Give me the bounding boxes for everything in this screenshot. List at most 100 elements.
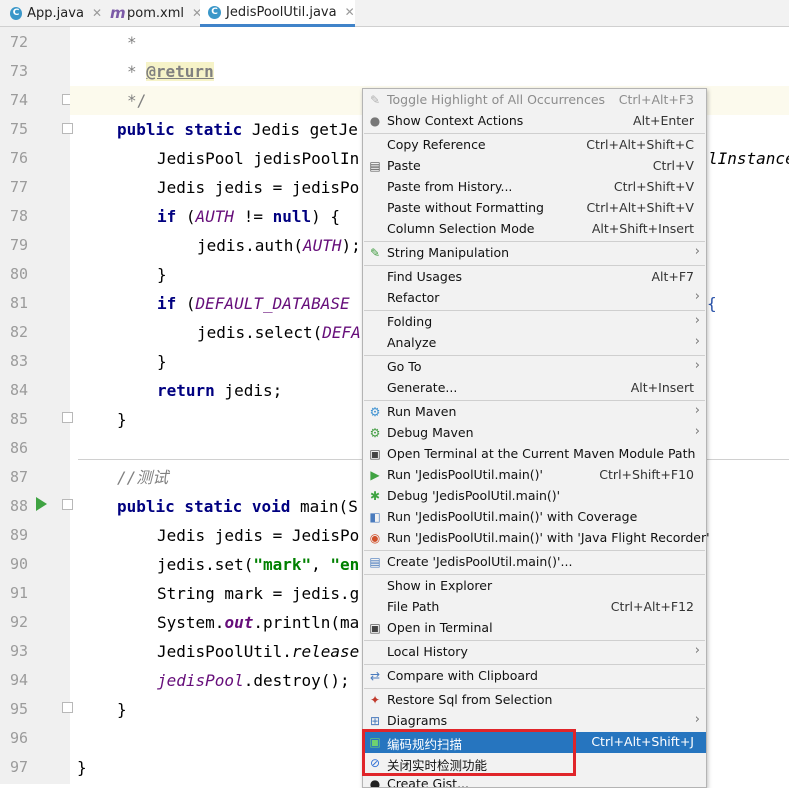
coverage-icon: ◧ [369,510,381,524]
menu-separator [364,688,705,689]
code-line-78: if (AUTH != null) { [157,207,341,226]
code-line-76: JedisPool jedisPoolIn [157,149,360,168]
menu-item-run-with-flight-recorder[interactable]: ◉ Run 'JedisPoolUtil.main()' with 'Java … [363,528,710,549]
line-number: 73 [9,62,28,80]
code-line-74: */ [127,91,147,110]
menu-item-paste-without-formatting[interactable]: Paste without Formatting Ctrl+Alt+Shift+… [363,198,706,219]
pencil-icon: ✎ [369,246,381,260]
menu-item-column-selection-mode[interactable]: Column Selection Mode Alt+Shift+Insert [363,219,706,240]
menu-item-open-terminal-maven[interactable]: ▣ Open Terminal at the Current Maven Mod… [363,444,706,465]
line-number: 82 [9,323,28,341]
menu-item-show-in-explorer[interactable]: Show in Explorer [363,576,706,597]
tab-label: pom.xml [127,5,184,21]
close-icon[interactable]: ✕ [92,6,102,20]
code-line-93: JedisPoolUtil.release [157,642,360,661]
chevron-right-icon: › [694,313,700,328]
terminal-icon: ▣ [369,621,381,635]
menu-separator [364,664,705,665]
code-line-87: //测试 [117,468,169,487]
lightbulb-icon: ● [369,114,381,128]
line-number: 74 [9,91,28,109]
menu-separator [364,133,705,134]
menu-item-run-main[interactable]: ▶ Run 'JedisPoolUtil.main()' Ctrl+Shift+… [363,465,706,486]
code-line-83: } [157,352,167,371]
line-number: 89 [9,526,28,544]
github-icon: ● [369,777,381,787]
menu-item-create-run-config[interactable]: ▤ Create 'JedisPoolUtil.main()'... [363,552,706,573]
menu-separator [364,355,705,356]
line-number: 93 [9,642,28,660]
menu-item-open-in-terminal[interactable]: ▣ Open in Terminal [363,618,706,639]
menu-separator [364,241,705,242]
maven-icon: m [110,3,126,22]
line-number: 92 [9,613,28,631]
menu-item-paste[interactable]: ▤ Paste Ctrl+V [363,156,706,177]
line-number: 95 [9,700,28,718]
menu-item-file-path[interactable]: File Path Ctrl+Alt+F12 [363,597,706,618]
chevron-right-icon: › [694,358,700,373]
code-line-75: public static Jedis getJe [117,120,358,139]
code-line-94: jedisPool.destroy(); [157,671,350,690]
menu-item-toggle-highlight[interactable]: ✎ Toggle Highlight of All Occurrences Ct… [363,90,706,111]
line-number: 83 [9,352,28,370]
code-line-90: jedis.set("mark", "en [157,555,360,574]
line-number: 97 [9,758,28,776]
menu-item-analyze[interactable]: Analyze › [363,333,706,354]
create-config-icon: ▤ [369,555,381,569]
debug-icon: ✱ [369,489,381,503]
tab-app-java[interactable]: C App.java ✕ [2,0,102,26]
menu-item-run-with-coverage[interactable]: ◧ Run 'JedisPoolUtil.main()' with Covera… [363,507,706,528]
code-line-81: if (DEFAULT_DATABASE [157,294,350,313]
gear-icon: ⚙ [369,426,381,440]
chevron-right-icon: › [694,403,700,418]
menu-item-find-usages[interactable]: Find Usages Alt+F7 [363,267,706,288]
menu-item-local-history[interactable]: Local History › [363,642,706,663]
line-number-gutter: 72 73 74 75 76 77 78 79 80 81 82 83 84 8… [0,27,73,784]
line-number: 87 [9,468,28,486]
editor-context-menu: ✎ Toggle Highlight of All Occurrences Ct… [362,88,710,788]
menu-item-folding[interactable]: Folding › [363,312,706,333]
menu-item-refactor[interactable]: Refactor › [363,288,706,309]
tab-pom-xml[interactable]: m pom.xml ✕ [102,0,202,26]
code-line-97: } [77,758,87,777]
tab-label: App.java [27,5,84,21]
menu-item-run-maven[interactable]: ⚙ Run Maven › [363,402,706,423]
menu-item-copy-reference[interactable]: Copy Reference Ctrl+Alt+Shift+C [363,135,706,156]
line-number: 96 [9,729,28,747]
menu-item-compare-with-clipboard[interactable]: ⇄ Compare with Clipboard [363,666,706,687]
tab-label: JedisPoolUtil.java [226,4,337,20]
chevron-right-icon: › [694,334,700,349]
menu-item-debug-maven[interactable]: ⚙ Debug Maven › [363,423,706,444]
terminal-icon: ▣ [369,447,381,461]
line-number: 85 [9,410,28,428]
java-class-icon: C [208,5,221,19]
menu-separator [364,640,705,641]
run-gutter-icon[interactable] [36,497,47,511]
menu-item-go-to[interactable]: Go To › [363,357,706,378]
chevron-right-icon: › [694,244,700,259]
tab-jedispoolutil-java[interactable]: C JedisPoolUtil.java ✕ [200,0,355,27]
diagram-icon: ⊞ [369,714,381,728]
code-line-81-tail: { [707,294,717,313]
code-line-84: return jedis; [157,381,283,400]
menu-item-restore-sql[interactable]: ✦ Restore Sql from Selection [363,690,706,711]
line-number: 76 [9,149,28,167]
menu-item-generate[interactable]: Generate... Alt+Insert [363,378,706,399]
code-line-91: String mark = jedis.g [157,584,360,603]
menu-item-debug-main[interactable]: ✱ Debug 'JedisPoolUtil.main()' [363,486,706,507]
close-icon[interactable]: ✕ [345,5,355,19]
line-number: 77 [9,178,28,196]
chevron-right-icon: › [694,289,700,304]
code-line-79: jedis.auth(AUTH); [197,236,361,255]
menu-separator [364,550,705,551]
chevron-right-icon: › [694,712,700,727]
line-number: 81 [9,294,28,312]
menu-item-string-manipulation[interactable]: ✎ String Manipulation › [363,243,706,264]
run-icon: ▶ [370,468,380,482]
code-line-85: } [117,410,127,429]
java-class-icon: C [10,6,23,20]
menu-item-paste-from-history[interactable]: Paste from History... Ctrl+Shift+V [363,177,706,198]
code-line-77: Jedis jedis = jedisPo [157,178,360,197]
menu-separator [364,574,705,575]
menu-item-show-context-actions[interactable]: ● Show Context Actions Alt+Enter [363,111,706,132]
